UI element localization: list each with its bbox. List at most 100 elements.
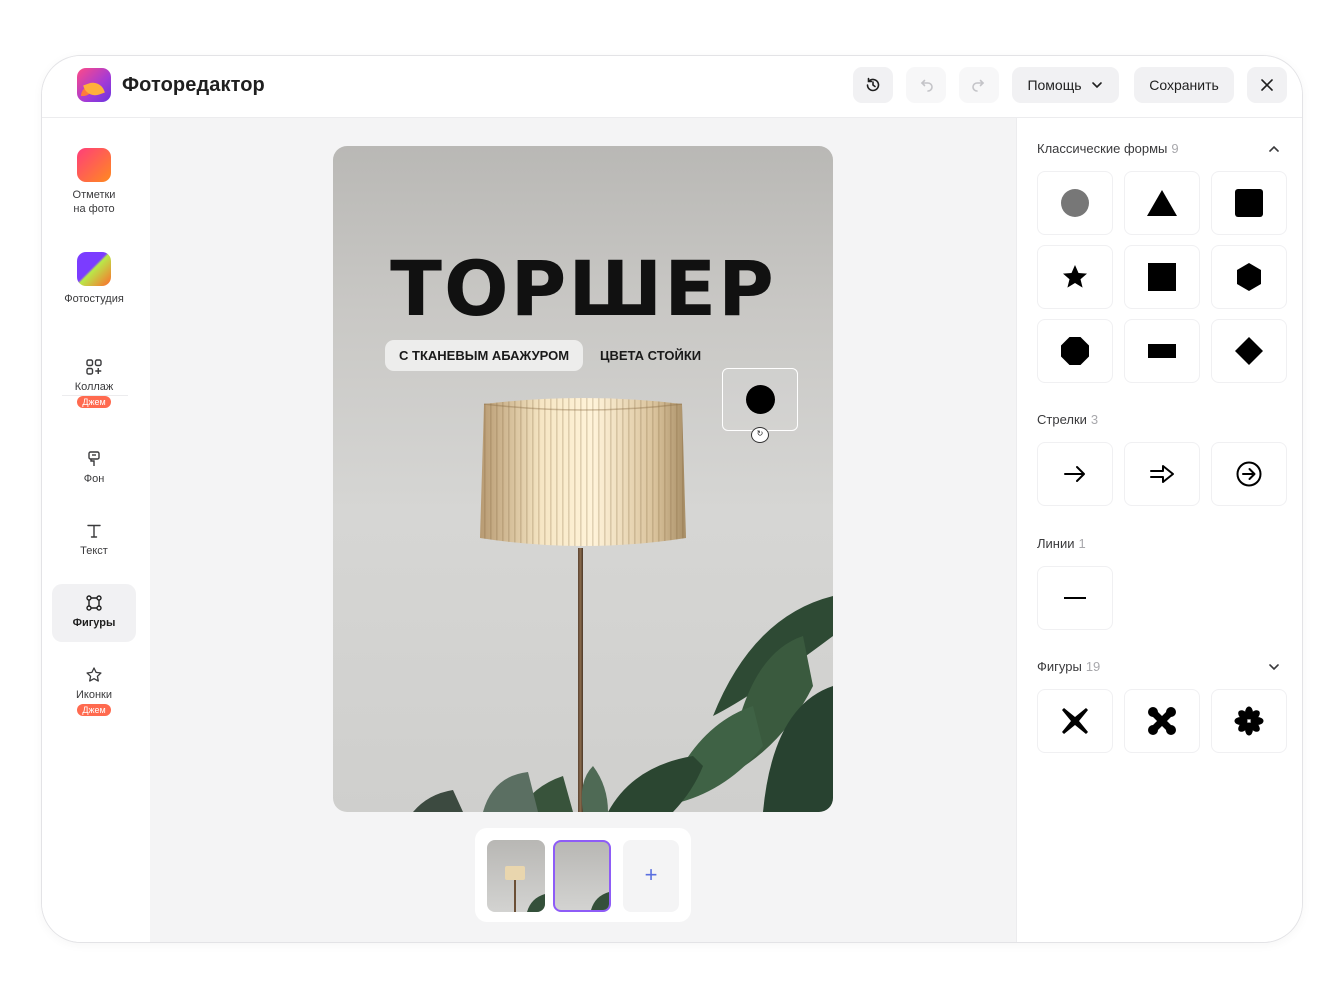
add-page-button[interactable]: + — [623, 840, 679, 912]
shapes-panel: Классические формы 9 Стрелки 3 Линии 1 Фигу… — [1016, 118, 1302, 942]
help-label: Помощь — [1027, 77, 1082, 93]
chevron-up-icon[interactable] — [1266, 141, 1282, 157]
save-button[interactable]: Сохранить — [1134, 67, 1234, 103]
history-icon — [866, 77, 880, 92]
sidebar-item-text[interactable]: Текст — [52, 522, 136, 558]
shape-square-tile[interactable] — [1124, 245, 1200, 309]
sidebar-item-photostudio[interactable]: Фотостудия — [52, 252, 136, 306]
canvas-area: ТОРШЕР С ТКАНЕВЫМ АБАЖУРОМ ЦВЕТА СТОЙКИ … — [150, 118, 1016, 942]
chip-fabric-shade[interactable]: С ТКАНЕВЫМ АБАЖУРОМ — [385, 340, 584, 371]
rounded-square-icon — [1235, 189, 1263, 217]
section-classic-shapes[interactable]: Классические формы 9 — [1037, 141, 1179, 156]
plant-leaves-image — [413, 596, 833, 812]
thumbnail-page-1[interactable] — [487, 840, 545, 912]
promo-badge: Джем — [77, 396, 111, 408]
shape-octagon-tile[interactable] — [1037, 319, 1113, 383]
line-tile[interactable] — [1037, 566, 1113, 630]
line-icon — [1064, 597, 1086, 599]
shape-triangle-tile[interactable] — [1124, 171, 1200, 235]
sidebar-item-icons[interactable]: Иконки Джем — [52, 666, 136, 716]
redo-icon — [972, 79, 985, 92]
sidebar-item-label: Фигуры — [72, 617, 116, 629]
rounded-cross-icon — [1148, 707, 1176, 735]
close-button[interactable] — [1247, 67, 1287, 103]
shape-rectangle-tile[interactable] — [1124, 319, 1200, 383]
section-title: Фигуры — [1037, 659, 1082, 674]
left-sidebar: Отметки на фото Фотостудия Коллаж Джем Ф… — [42, 118, 150, 942]
section-count: 3 — [1090, 412, 1099, 427]
text-icon — [87, 524, 101, 538]
triangle-icon — [1147, 190, 1177, 216]
arrow-circle-tile[interactable] — [1211, 442, 1287, 506]
circle-icon — [1061, 189, 1089, 217]
section-lines[interactable]: Линии 1 — [1037, 536, 1086, 551]
photostudio-app-icon — [77, 252, 111, 286]
sidebar-item-label: Фотостудия — [64, 293, 124, 305]
redo-button[interactable] — [959, 67, 999, 103]
sidebar-item-label: Отметки — [72, 189, 116, 201]
chevron-down-icon — [1091, 82, 1102, 89]
thumbnail-plant-image — [591, 892, 609, 910]
section-title: Классические формы — [1037, 141, 1168, 156]
octagon-icon — [1061, 337, 1089, 365]
square-icon — [1148, 263, 1176, 291]
arrow-outline-tile[interactable] — [1124, 442, 1200, 506]
sidebar-item-label: Иконки — [76, 689, 112, 701]
header: Фоторедактор Помощь Сохранить — [42, 56, 1302, 118]
diamond-icon — [1235, 337, 1263, 365]
figure-rounded-cross-tile[interactable] — [1124, 689, 1200, 753]
sidebar-item-tags[interactable]: Отметки на фото — [52, 148, 136, 216]
figure-cross-tile[interactable] — [1037, 689, 1113, 753]
selected-shape-box[interactable]: ↻ — [722, 368, 798, 443]
collage-icon — [86, 359, 102, 375]
history-button[interactable] — [853, 67, 893, 103]
shapes-icon — [86, 595, 102, 611]
star-outline-icon — [86, 667, 102, 682]
chevron-down-icon[interactable] — [1266, 659, 1282, 675]
shape-diamond-tile[interactable] — [1211, 319, 1287, 383]
help-dropdown[interactable]: Помощь — [1012, 67, 1119, 103]
shape-hexagon-tile[interactable] — [1211, 245, 1287, 309]
sidebar-item-label: Фон — [83, 473, 105, 485]
section-figures[interactable]: Фигуры 19 — [1037, 659, 1100, 674]
arrow-plain-tile[interactable] — [1037, 442, 1113, 506]
paint-roller-icon — [88, 451, 100, 466]
circle-shape[interactable] — [746, 385, 775, 414]
sidebar-item-label: Текст — [80, 545, 108, 557]
rectangle-icon — [1148, 344, 1176, 358]
section-arrows[interactable]: Стрелки 3 — [1037, 412, 1098, 427]
app-logo — [77, 68, 111, 102]
close-icon — [1261, 79, 1273, 91]
app-title: Фоторедактор — [122, 74, 265, 96]
promo-badge: Джем — [77, 704, 111, 716]
headline-text[interactable]: ТОРШЕР — [333, 244, 833, 333]
editor-window: Фоторедактор Помощь Сохранить Отметки на… — [41, 55, 1303, 943]
undo-icon — [920, 79, 933, 92]
flower-asterisk-icon — [1234, 706, 1264, 736]
thumbnail-lamp-image — [505, 866, 545, 912]
arrow-outline-right-icon — [1150, 465, 1174, 483]
shape-star-tile[interactable] — [1037, 245, 1113, 309]
section-title: Линии — [1037, 536, 1075, 551]
sidebar-item-collage[interactable]: Коллаж Джем — [52, 358, 136, 408]
shape-circle-tile[interactable] — [1037, 171, 1113, 235]
chip-stand-colors[interactable]: ЦВЕТА СТОЙКИ — [600, 340, 701, 371]
section-count: 9 — [1171, 141, 1179, 156]
undo-button[interactable] — [906, 67, 946, 103]
shape-rounded-square-tile[interactable] — [1211, 171, 1287, 235]
photo-canvas[interactable]: ТОРШЕР С ТКАНЕВЫМ АБАЖУРОМ ЦВЕТА СТОЙКИ … — [333, 146, 833, 812]
figure-flower-tile[interactable] — [1211, 689, 1287, 753]
rotate-handle-icon[interactable]: ↻ — [751, 427, 769, 443]
sidebar-item-shapes[interactable]: Фигуры — [52, 584, 136, 642]
page-thumbnails: + — [475, 828, 691, 922]
star-icon — [1063, 265, 1087, 288]
hexagon-icon — [1237, 263, 1261, 291]
arrow-right-icon — [1064, 466, 1085, 482]
sidebar-item-background[interactable]: Фон — [52, 450, 136, 486]
arrow-circle-right-icon — [1236, 461, 1262, 487]
thumbnail-page-2[interactable] — [553, 840, 611, 912]
section-count: 19 — [1085, 659, 1101, 674]
section-count: 1 — [1078, 536, 1086, 551]
cross-x-icon — [1062, 708, 1088, 734]
tags-app-icon — [77, 148, 111, 182]
